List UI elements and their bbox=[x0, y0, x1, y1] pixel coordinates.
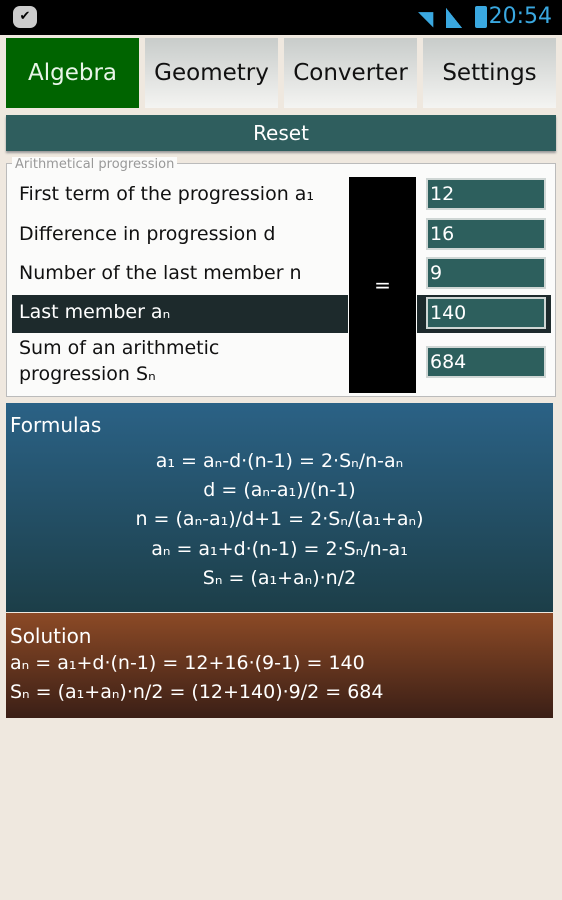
solution-line: Sₙ = (a₁+aₙ)·n/2 = (12+140)·9/2 = 684 bbox=[10, 681, 384, 703]
wifi-icon: ◥ bbox=[418, 6, 434, 30]
last-member-input[interactable]: 140 bbox=[426, 297, 546, 329]
last-member-number-input[interactable]: 9 bbox=[426, 257, 546, 289]
tab-algebra[interactable]: Algebra bbox=[6, 38, 139, 108]
solution-panel: Solution aₙ = a₁+d·(n-1) = 12+16·(9-1) =… bbox=[6, 613, 553, 718]
last-member-label[interactable]: Last member aₙ bbox=[19, 299, 170, 325]
status-time: 20:54 bbox=[488, 4, 552, 29]
calculate-button[interactable]: = bbox=[349, 177, 416, 393]
formula-line: n = (aₙ-a₁)/d+1 = 2·Sₙ/(a₁+aₙ) bbox=[135, 508, 424, 530]
formulas-title: Formulas bbox=[10, 413, 102, 437]
last-member-number-label[interactable]: Number of the last member n bbox=[19, 260, 302, 286]
formula-line: aₙ = a₁+d·(n-1) = 2·Sₙ/n-a₁ bbox=[151, 538, 408, 560]
sum-input[interactable]: 684 bbox=[426, 346, 546, 378]
notification-check-icon: ✔ bbox=[13, 6, 37, 28]
group-legend: Arithmetical progression bbox=[12, 157, 178, 172]
tab-geometry[interactable]: Geometry bbox=[145, 38, 278, 108]
difference-input[interactable]: 16 bbox=[426, 218, 546, 250]
battery-icon bbox=[475, 6, 487, 28]
first-term-input[interactable]: 12 bbox=[426, 178, 546, 210]
formulas-panel: Formulas a₁ = aₙ-d·(n-1) = 2·Sₙ/n-aₙ d =… bbox=[6, 403, 553, 612]
tab-converter[interactable]: Converter bbox=[284, 38, 417, 108]
reset-button[interactable]: Reset bbox=[6, 115, 556, 151]
difference-label[interactable]: Difference in progression d bbox=[19, 221, 275, 247]
formula-line: Sₙ = (a₁+aₙ)·n/2 bbox=[202, 567, 357, 589]
solution-title: Solution bbox=[10, 624, 92, 648]
tab-settings[interactable]: Settings bbox=[423, 38, 556, 108]
arithmetic-progression-group: Arithmetical progression First term of t… bbox=[6, 157, 556, 397]
status-bar: ✔ ◥ 20:54 bbox=[0, 0, 562, 35]
first-term-label[interactable]: First term of the progression a₁ bbox=[19, 181, 314, 207]
formula-line: a₁ = aₙ-d·(n-1) = 2·Sₙ/n-aₙ bbox=[155, 450, 404, 472]
solution-line: aₙ = a₁+d·(n-1) = 12+16·(9-1) = 140 bbox=[10, 652, 365, 674]
formula-line: d = (aₙ-a₁)/(n-1) bbox=[203, 479, 356, 501]
signal-icon bbox=[446, 8, 462, 28]
sum-label[interactable]: Sum of an arithmetic progression Sₙ bbox=[19, 335, 249, 387]
